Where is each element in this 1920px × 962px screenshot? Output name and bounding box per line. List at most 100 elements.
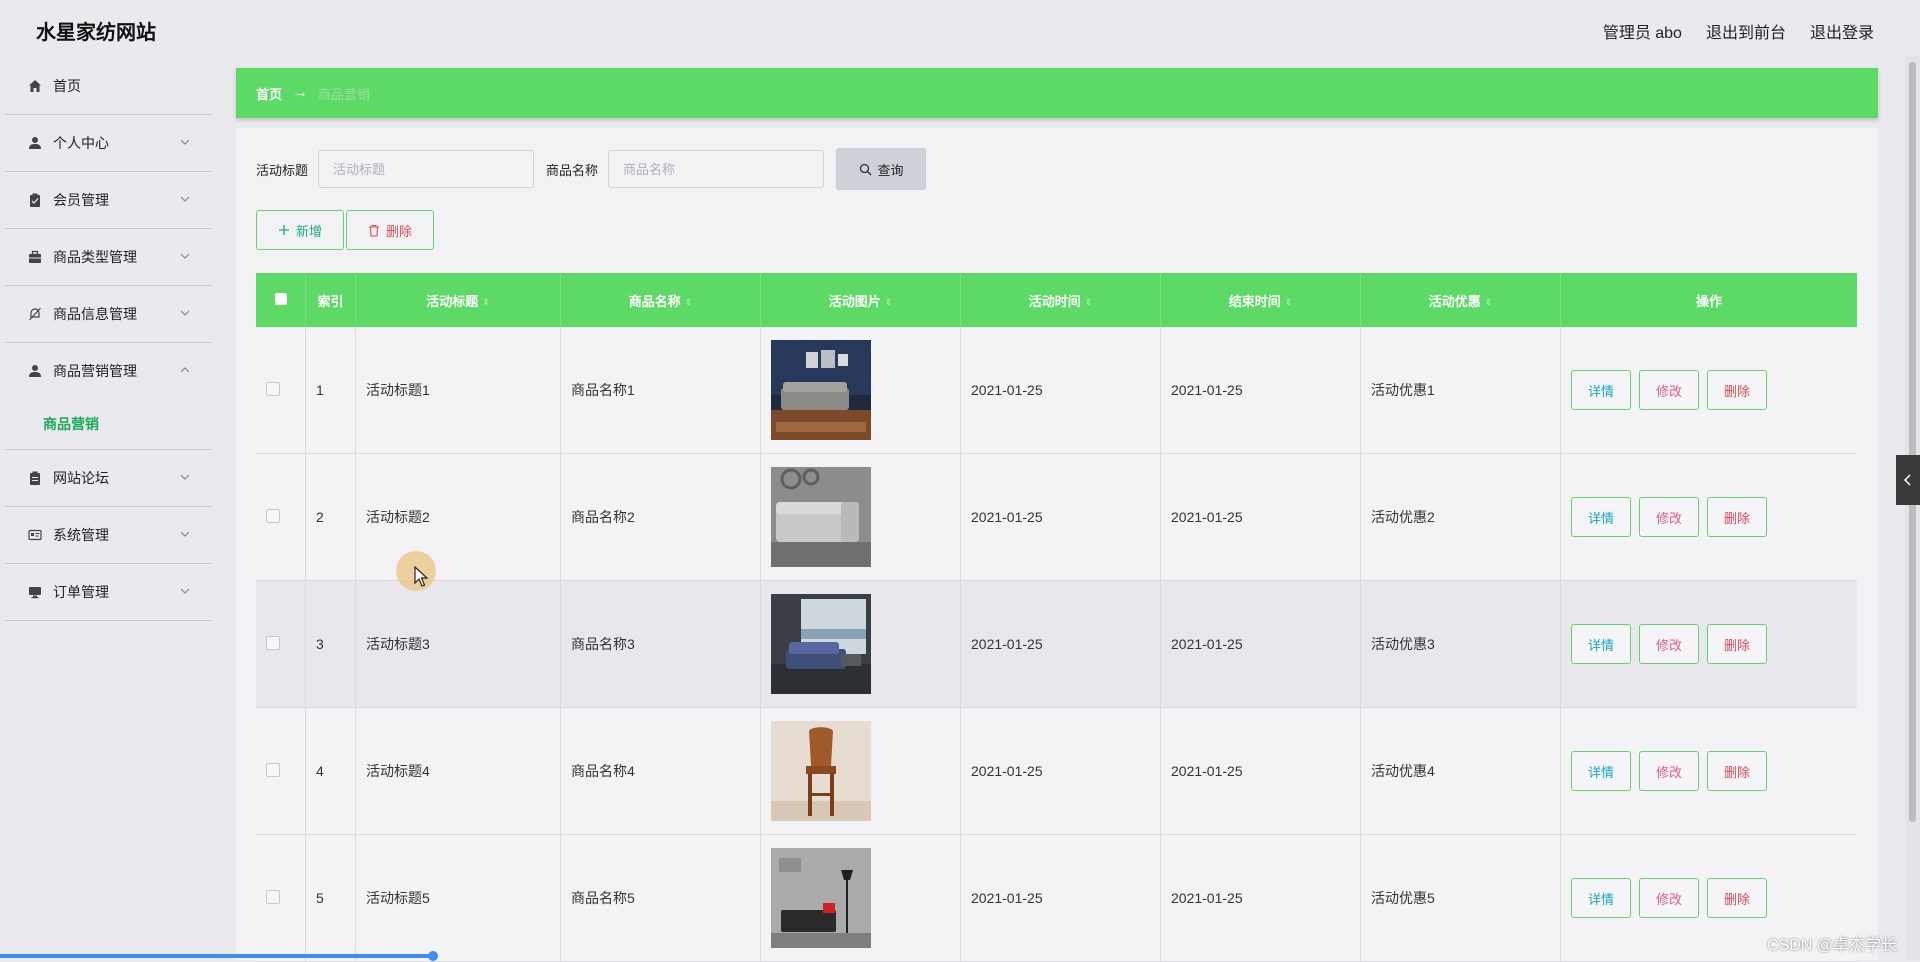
col-end-time-label: 结束时间 — [1228, 293, 1281, 309]
sidebar-item-label: 个人中心 — [53, 135, 109, 151]
sidebar-item-product-type-management[interactable]: 商品类型管理 — [5, 229, 212, 286]
col-index: 索引 — [305, 273, 356, 327]
row-actions: 详情 修改 删除 — [1560, 327, 1857, 454]
detail-button[interactable]: 详情 — [1571, 751, 1631, 791]
row-product-name: 商品名称1 — [560, 327, 761, 454]
row-checkbox[interactable] — [266, 635, 280, 650]
chevron-down-icon — [180, 531, 190, 537]
sort-icon[interactable]: ⇕ — [685, 297, 693, 308]
sidebar-item-label: 首页 — [53, 78, 81, 94]
sidebar-item-label: 商品类型管理 — [53, 249, 137, 265]
sort-icon[interactable]: ⇕ — [482, 297, 490, 308]
edit-button[interactable]: 修改 — [1639, 878, 1699, 918]
col-title-label: 活动标题 — [426, 293, 479, 309]
row-product-name: 商品名称3 — [560, 580, 761, 708]
vertical-scrollbar-thumb[interactable] — [1909, 62, 1916, 822]
chevron-down-icon — [180, 139, 190, 145]
chevron-down-icon — [180, 196, 190, 202]
bell-off-icon — [27, 306, 43, 322]
add-button[interactable]: 新增 — [256, 210, 344, 250]
row-start-time: 2021-01-25 — [960, 834, 1161, 962]
exit-to-front-link[interactable]: 退出到前台 — [1706, 19, 1786, 43]
sidebar-item-member-management[interactable]: 会员管理 — [5, 172, 212, 229]
select-all-cell — [256, 273, 306, 327]
add-button-label: 新增 — [295, 223, 322, 239]
detail-button[interactable]: 详情 — [1571, 497, 1631, 537]
sidebar-item-label: 订单管理 — [53, 584, 109, 600]
row-checkbox[interactable] — [266, 508, 280, 523]
row-title: 活动标题1 — [355, 327, 561, 454]
sidebar-item-label: 商品营销管理 — [53, 363, 137, 379]
row-start-time: 2021-01-25 — [960, 453, 1161, 581]
batch-delete-button-label: 删除 — [385, 223, 412, 239]
sort-icon[interactable]: ⇕ — [1485, 297, 1493, 308]
sofa-dark-room-photo[interactable] — [771, 340, 871, 440]
col-image-label: 活动图片 — [828, 293, 881, 309]
logout-link[interactable]: 退出登录 — [1810, 19, 1874, 43]
delete-button[interactable]: 删除 — [1707, 624, 1767, 664]
name-search-input[interactable] — [608, 150, 825, 188]
edit-button[interactable]: 修改 — [1639, 624, 1699, 664]
col-discount[interactable]: 活动优惠 ⇕ — [1360, 273, 1561, 327]
delete-button[interactable]: 删除 — [1707, 497, 1767, 537]
select-all-checkbox[interactable] — [274, 292, 287, 305]
blue-sofa-window-photo[interactable] — [771, 594, 871, 694]
grey-sectional-sofa-photo[interactable] — [771, 467, 871, 567]
user-icon — [27, 135, 43, 151]
col-start-time[interactable]: 活动时间 ⇕ — [960, 273, 1161, 327]
sidebar-item-product-info-management[interactable]: 商品信息管理 — [5, 286, 212, 343]
sidebar-item-system-management[interactable]: 系统管理 — [5, 507, 212, 564]
sidebar-item-label: 商品信息管理 — [53, 306, 137, 322]
detail-button[interactable]: 详情 — [1571, 624, 1631, 664]
delete-button[interactable]: 删除 — [1707, 751, 1767, 791]
clipboard-icon — [27, 470, 43, 486]
row-index: 5 — [305, 834, 356, 962]
chevron-left-icon — [1903, 474, 1911, 486]
row-index: 2 — [305, 453, 356, 581]
side-panel-toggle[interactable] — [1896, 455, 1920, 505]
batch-delete-button[interactable]: 删除 — [346, 210, 434, 250]
row-product-name: 商品名称2 — [560, 453, 761, 581]
sidebar-item-product-marketing-management[interactable]: 商品营销管理 — [5, 343, 212, 399]
col-end-time[interactable]: 结束时间 ⇕ — [1160, 273, 1361, 327]
edit-button[interactable]: 修改 — [1639, 751, 1699, 791]
submenu-item-product-marketing[interactable]: 商品营销 — [5, 399, 212, 450]
sort-icon[interactable]: ⇕ — [1285, 297, 1293, 308]
delete-button[interactable]: 删除 — [1707, 878, 1767, 918]
progress-bar — [0, 954, 434, 958]
row-select-cell — [256, 580, 306, 708]
row-select-cell — [256, 327, 306, 454]
row-title: 活动标题4 — [355, 707, 561, 835]
sidebar-item-personal-center[interactable]: 个人中心 — [5, 115, 212, 172]
clipboard-icon — [27, 192, 43, 208]
row-end-time: 2021-01-25 — [1160, 707, 1361, 835]
sort-icon[interactable]: ⇕ — [1085, 297, 1093, 308]
row-checkbox[interactable] — [266, 381, 280, 396]
red-sofa-grey-wall-photo[interactable] — [771, 848, 871, 948]
breadcrumb-home-link[interactable]: 首页 — [256, 84, 282, 103]
detail-button[interactable]: 详情 — [1571, 878, 1631, 918]
briefcase-icon — [27, 249, 43, 265]
sidebar-item-forum[interactable]: 网站论坛 — [5, 450, 212, 507]
wooden-chair-photo[interactable] — [771, 721, 871, 821]
row-checkbox[interactable] — [266, 762, 280, 777]
detail-button[interactable]: 详情 — [1571, 370, 1631, 410]
edit-button[interactable]: 修改 — [1639, 370, 1699, 410]
row-end-time: 2021-01-25 — [1160, 580, 1361, 708]
edit-button[interactable]: 修改 — [1639, 497, 1699, 537]
sort-icon[interactable]: ⇕ — [885, 297, 893, 308]
sidebar-item-order-management[interactable]: 订单管理 — [5, 564, 212, 621]
search-form: 活动标题 商品名称 查询 — [256, 148, 927, 190]
query-button[interactable]: 查询 — [836, 148, 927, 190]
col-image[interactable]: 活动图片 ⇕ — [760, 273, 961, 327]
row-image-cell — [760, 580, 961, 708]
col-product-name[interactable]: 商品名称 ⇕ — [560, 273, 761, 327]
row-checkbox[interactable] — [266, 889, 280, 904]
col-start-time-label: 活动时间 — [1028, 293, 1081, 309]
delete-button[interactable]: 删除 — [1707, 370, 1767, 410]
title-search-input[interactable] — [318, 150, 535, 188]
col-title[interactable]: 活动标题 ⇕ — [355, 273, 561, 327]
sidebar-item-home[interactable]: 首页 — [5, 58, 212, 115]
row-image-cell — [760, 834, 961, 962]
row-index: 1 — [305, 327, 356, 454]
